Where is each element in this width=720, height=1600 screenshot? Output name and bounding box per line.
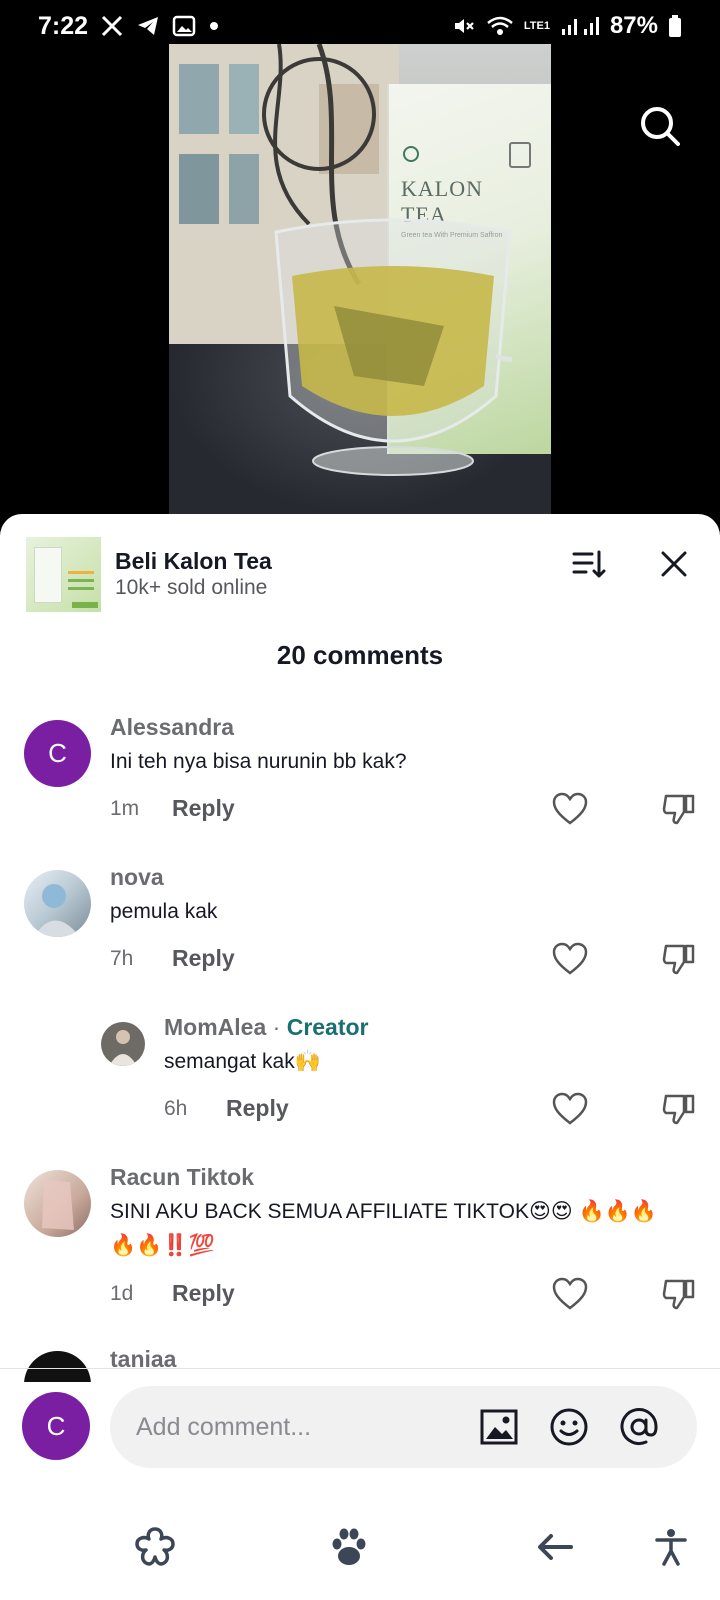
comment-time: 7h xyxy=(110,947,134,970)
like-heart-icon[interactable] xyxy=(552,1277,588,1311)
like-heart-icon[interactable] xyxy=(552,1092,588,1126)
nav-back-button[interactable] xyxy=(530,1522,580,1572)
comment-text: pemula kak xyxy=(110,900,218,923)
comment-input[interactable] xyxy=(136,1386,466,1468)
comments-count: 20 comments xyxy=(276,640,444,670)
sort-comments-button[interactable] xyxy=(568,544,608,584)
comment-item: Racun Tiktok SINI AKU BACK SEMUA AFFILIA… xyxy=(0,1160,720,1345)
like-heart-icon[interactable] xyxy=(552,792,588,826)
search-icon xyxy=(641,107,680,146)
avatar[interactable] xyxy=(24,870,91,937)
wifi-icon xyxy=(486,14,514,38)
comment-text: semangat kak🙌 xyxy=(164,1050,321,1073)
telegram-icon xyxy=(136,14,160,38)
avatar[interactable] xyxy=(101,1022,145,1066)
comment-input-pill[interactable] xyxy=(110,1386,697,1468)
product-title[interactable]: Beli Kalon Tea xyxy=(115,547,272,575)
image-attach-icon[interactable] xyxy=(478,1406,520,1448)
avatar[interactable]: C xyxy=(24,720,91,787)
search-button[interactable] xyxy=(634,100,686,152)
mention-icon[interactable] xyxy=(618,1406,660,1448)
battery-icon xyxy=(668,14,682,38)
comment-author[interactable]: Alessandra xyxy=(110,713,234,741)
flower-icon xyxy=(135,1527,175,1566)
back-arrow-icon xyxy=(538,1534,573,1560)
x-icon xyxy=(100,14,124,38)
like-heart-icon[interactable] xyxy=(552,942,588,976)
product-sold-count: 10k+ sold online xyxy=(115,576,268,599)
brand-logo-icon xyxy=(403,146,419,162)
tea-cup-image xyxy=(274,218,512,476)
dislike-icon[interactable] xyxy=(662,942,696,976)
network-label: LTE1 xyxy=(523,19,550,32)
video-player[interactable]: KALON TEA Green tea With Premium Saffron xyxy=(0,44,720,514)
author-separator: · xyxy=(272,1014,281,1040)
reply-button[interactable]: Reply xyxy=(172,1280,235,1307)
mute-icon xyxy=(452,14,476,38)
dot-icon xyxy=(208,20,220,32)
nav-home-button[interactable] xyxy=(130,1522,180,1572)
creator-badge: Creator xyxy=(286,1014,369,1040)
input-divider xyxy=(0,1368,720,1369)
comment-time: 1m xyxy=(110,797,140,820)
reply-button[interactable]: Reply xyxy=(172,795,235,822)
sort-icon xyxy=(572,550,606,578)
box-brand-line1: KALON xyxy=(401,176,483,201)
signal-icon xyxy=(560,15,600,37)
close-button[interactable] xyxy=(654,544,694,584)
comment-author-line: MomAlea · Creator xyxy=(164,1013,369,1041)
reply-button[interactable]: Reply xyxy=(226,1095,289,1122)
product-banner[interactable]: Beli Kalon Tea 10k+ sold online xyxy=(26,536,694,612)
nav-paw-button[interactable] xyxy=(324,1522,374,1572)
video-frame: KALON TEA Green tea With Premium Saffron xyxy=(169,44,551,514)
comment-list[interactable]: C Alessandra Ini teh nya bisa nurunin bb… xyxy=(0,710,720,1418)
battery-percent: 87% xyxy=(609,12,658,39)
comment-time: 1d xyxy=(110,1282,134,1305)
comment-author[interactable]: nova xyxy=(110,863,164,891)
comment-author[interactable]: Racun Tiktok xyxy=(110,1163,254,1191)
comment-time: 6h xyxy=(164,1097,188,1120)
comment-author[interactable]: MomAlea xyxy=(164,1014,266,1040)
comment-text: SINI AKU BACK SEMUA AFFILIATE TIKTOK😍😍 🔥… xyxy=(110,1200,658,1257)
emoji-icon[interactable] xyxy=(548,1406,590,1448)
nav-accessibility-button[interactable] xyxy=(646,1522,696,1572)
product-thumbnail[interactable] xyxy=(26,536,101,612)
avatar[interactable] xyxy=(24,1170,91,1237)
paw-icon xyxy=(332,1528,366,1565)
dislike-icon[interactable] xyxy=(662,1092,696,1126)
dislike-icon[interactable] xyxy=(662,792,696,826)
comment-input-bar: C xyxy=(0,1382,720,1472)
comment-text: Ini teh nya bisa nurunin bb kak? xyxy=(110,750,407,773)
comments-sheet: Beli Kalon Tea 10k+ sold online 20 comme… xyxy=(0,514,720,1600)
reply-button[interactable]: Reply xyxy=(172,945,235,972)
comment-item: C Alessandra Ini teh nya bisa nurunin bb… xyxy=(0,710,720,860)
status-time: 7:22 xyxy=(38,11,89,40)
gallery-icon xyxy=(172,14,196,38)
comment-reply-item: MomAlea · Creator semangat kak🙌 6h Reply xyxy=(0,1010,720,1160)
dislike-icon[interactable] xyxy=(662,1277,696,1311)
accessibility-icon xyxy=(655,1529,687,1566)
certification-logo-icon xyxy=(509,142,531,168)
close-icon xyxy=(661,551,687,577)
status-bar: 7:22 LTE1 87% xyxy=(0,0,720,52)
system-nav-bar xyxy=(0,1494,720,1600)
current-user-avatar[interactable]: C xyxy=(22,1392,90,1460)
comment-item: nova pemula kak 7h Reply xyxy=(0,860,720,1010)
